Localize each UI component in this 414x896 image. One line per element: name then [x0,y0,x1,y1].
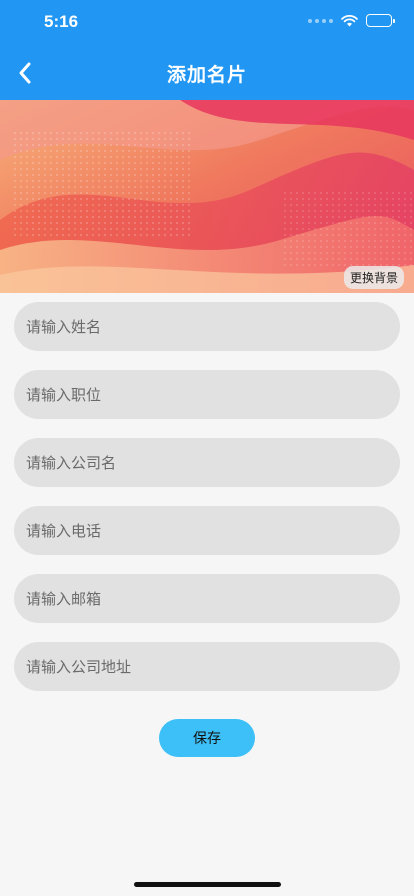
cellular-signal-icon [308,18,333,23]
name-input[interactable] [14,302,400,351]
battery-icon [366,14,395,27]
status-indicators [308,14,395,27]
banner-background-image [0,100,414,293]
email-input[interactable] [14,574,400,623]
page-title: 添加名片 [166,64,247,86]
business-card-form [14,302,400,710]
status-time: 5:16 [44,12,79,31]
app-header: 5:16 添加名片 [0,0,414,100]
company-input[interactable] [14,438,400,487]
change-background-button[interactable]: 更换背景 [343,266,404,289]
save-button[interactable]: 保存 [159,719,255,757]
company-address-input[interactable] [14,642,400,691]
wifi-icon [341,14,358,27]
card-background-banner: 更换背景 [0,100,414,293]
phone-input[interactable] [14,506,400,555]
position-input[interactable] [14,370,400,419]
home-indicator [134,882,281,887]
